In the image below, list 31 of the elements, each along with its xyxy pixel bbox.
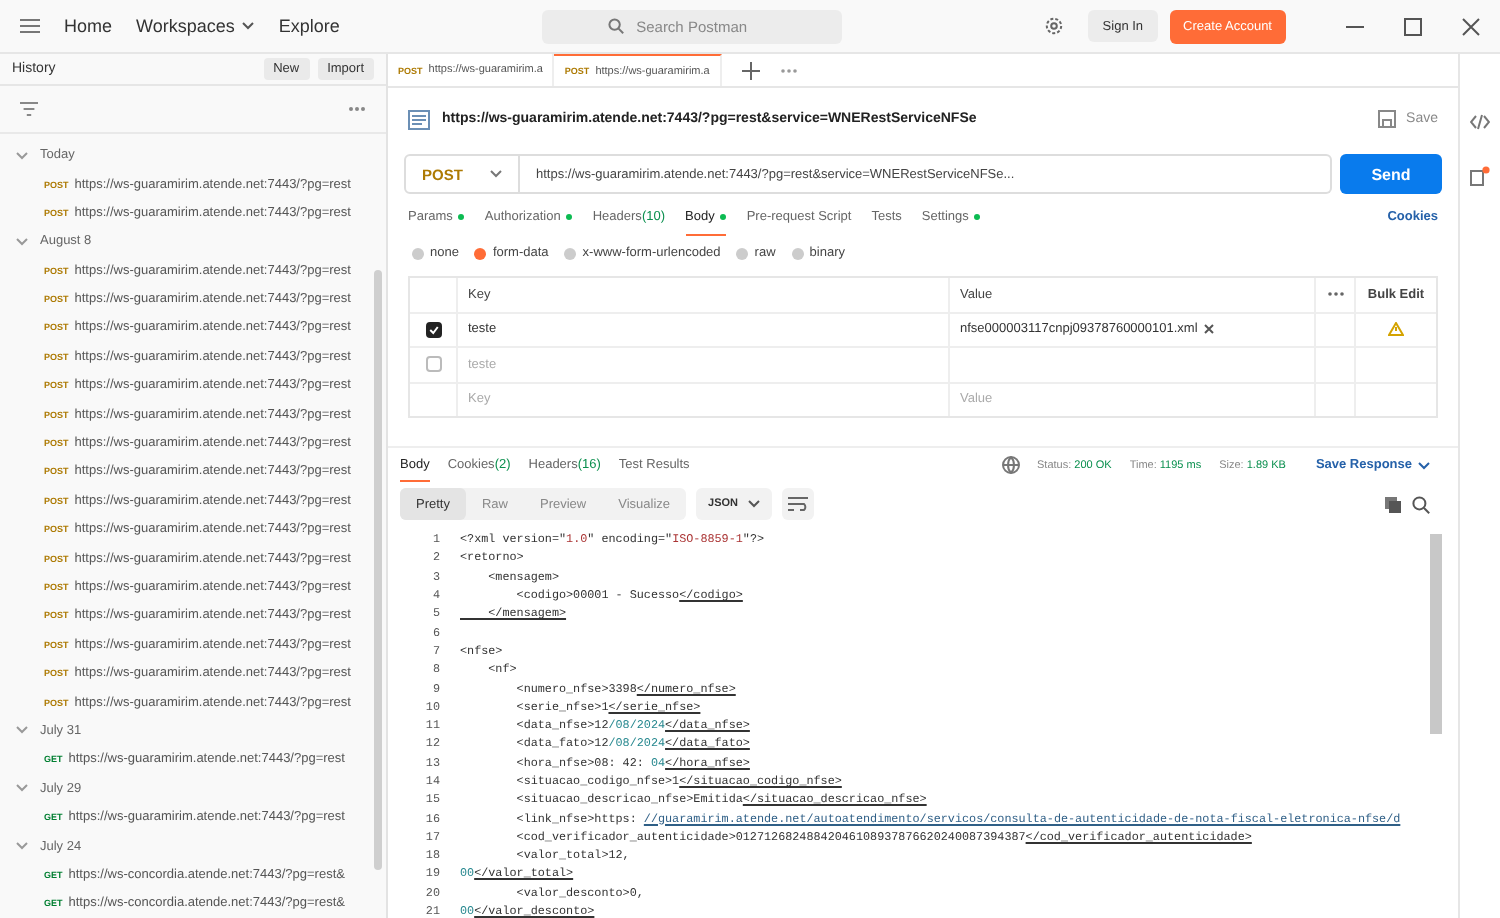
save-icon [1378,110,1397,128]
filter-icon[interactable] [20,102,38,117]
close-icon[interactable] [1203,324,1214,335]
globe-icon [1001,456,1020,474]
send-button[interactable]: Send [1340,154,1442,194]
code-icon[interactable] [1470,114,1490,130]
close-icon[interactable] [1462,17,1480,35]
checkbox[interactable] [425,321,441,338]
nav-link[interactable]: Workspaces [136,16,255,36]
request-icon [408,109,430,129]
menu-icon[interactable] [20,18,40,34]
search-icon[interactable] [1412,495,1430,513]
search-icon [608,18,625,34]
nav-link[interactable]: Home [64,16,113,36]
scrollbar[interactable] [374,270,382,871]
chevron-icon [748,500,761,508]
maximize-icon[interactable] [1404,17,1422,35]
scrollbar[interactable] [1430,534,1442,734]
notification-icon[interactable] [1470,166,1490,186]
more-icon[interactable] [1327,292,1343,297]
nav-link[interactable]: Explore [278,16,340,36]
wrap-lines-button[interactable] [782,488,815,520]
chevron-icon [1418,461,1430,469]
more-icon[interactable] [348,106,366,113]
checkbox[interactable] [425,356,441,373]
more-icon[interactable] [779,67,798,73]
plus-icon[interactable] [741,61,760,79]
settings-icon[interactable] [1044,16,1065,36]
copy-icon[interactable] [1384,495,1402,513]
wrap-icon [788,496,809,512]
chevron-icon [490,170,502,178]
